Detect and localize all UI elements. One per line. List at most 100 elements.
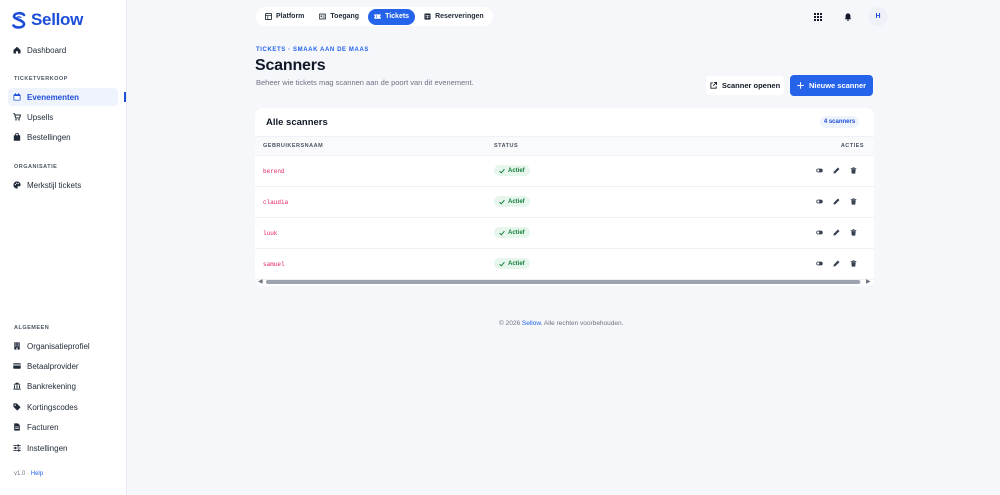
home-icon (13, 46, 21, 54)
toggle-button[interactable] (815, 166, 823, 174)
horizontal-scrollbar[interactable]: ◀ ▶ (258, 278, 871, 285)
top-tabs: Platform Toegang Tickets Reserveringen (256, 7, 493, 26)
avatar[interactable]: H (868, 7, 888, 26)
sidebar-item-upsells[interactable]: Upsells (8, 108, 118, 126)
sidebar-item-label: Bestellingen (27, 132, 71, 142)
copyright-prefix: © 2026 (499, 320, 521, 327)
status-badge: Actief (494, 258, 530, 269)
scroll-thumb[interactable] (266, 280, 860, 284)
status-label: Actief (508, 260, 525, 267)
tab-label: Platform (276, 13, 305, 20)
tab-platform[interactable]: Platform (259, 9, 310, 25)
sidebar-item-instellingen[interactable]: Instellingen (8, 439, 118, 457)
sidebar-item-organisatieprofiel[interactable]: Organisatieprofiel (8, 337, 118, 355)
delete-button[interactable] (849, 228, 857, 236)
page-title: Scanners (255, 57, 326, 74)
check-icon (499, 230, 505, 236)
sidebar-item-kortingscodes[interactable]: Kortingscodes (8, 398, 118, 416)
sliders-icon (13, 444, 21, 452)
id-card-icon (319, 13, 327, 20)
notifications-button[interactable] (838, 7, 858, 26)
sidebar-item-label: Kortingscodes (27, 402, 78, 412)
pencil-icon (833, 167, 839, 173)
scroll-right-icon[interactable]: ▶ (866, 279, 871, 285)
card-title: Alle scanners (266, 117, 328, 128)
page-footer: © 2026 Sellow. Alle rechten voorbehouden… (499, 320, 623, 327)
sellow-logo-icon (12, 11, 26, 29)
tab-tickets[interactable]: Tickets (368, 8, 416, 25)
grid-icon (814, 12, 822, 21)
delete-button[interactable] (849, 259, 857, 267)
building-icon (14, 342, 20, 350)
table-row: berend Actief (255, 156, 874, 187)
row-actions (815, 228, 857, 236)
sidebar-item-label: Bankrekening (27, 381, 76, 391)
open-scanner-label: Scanner openen (721, 81, 781, 90)
edit-button[interactable] (832, 228, 840, 236)
tab-toegang[interactable]: Toegang (313, 9, 365, 25)
edit-button[interactable] (832, 166, 840, 174)
version-label: v1.0 (14, 471, 26, 477)
sidebar-item-facturen[interactable]: Facturen (8, 418, 118, 436)
table-row: claudia Actief (255, 187, 874, 218)
apps-button[interactable] (808, 7, 828, 26)
brand-logo[interactable]: Sellow (11, 10, 83, 30)
toggle-icon (815, 199, 823, 203)
sidebar-item-evenementen[interactable]: Evenementen (8, 88, 118, 106)
active-indicator (124, 92, 126, 102)
document-icon (14, 423, 20, 431)
table-header: GEBRUIKERSNAAM STATUS ACTIES (255, 136, 874, 156)
check-icon (499, 199, 505, 205)
toggle-button[interactable] (815, 259, 823, 267)
sidebar-item-bankrekening[interactable]: Bankrekening (8, 377, 118, 395)
tab-label: Tickets (385, 13, 410, 20)
table-row: luuk Actief (255, 218, 874, 249)
row-actions (815, 166, 857, 174)
edit-button[interactable] (832, 259, 840, 267)
bank-icon (13, 382, 21, 390)
sidebar-item-bestellingen[interactable]: Bestellingen (8, 128, 118, 146)
column-header-username: GEBRUIKERSNAAM (263, 143, 324, 149)
table-icon (424, 13, 431, 20)
delete-button[interactable] (849, 166, 857, 174)
section-label-algemeen: ALGEMEEN (14, 325, 50, 331)
sidebar-item-label: Merkstijl tickets (27, 180, 82, 190)
sidebar-item-label: Betaalprovider (27, 361, 79, 371)
tab-reserveringen[interactable]: Reserveringen (418, 9, 490, 25)
page-subtitle: Beheer wie tickets mag scannen aan de po… (256, 78, 474, 87)
toggle-button[interactable] (815, 197, 823, 205)
tag-icon (13, 403, 21, 411)
pencil-icon (833, 260, 839, 266)
check-icon (499, 261, 505, 267)
edit-button[interactable] (832, 197, 840, 205)
column-header-actions: ACTIES (840, 143, 864, 149)
sidebar-item-merkstijl-tickets[interactable]: Merkstijl tickets (8, 176, 118, 194)
row-actions (815, 259, 857, 267)
sidebar-item-label: Organisatieprofiel (27, 341, 90, 351)
delete-button[interactable] (849, 197, 857, 205)
status-label: Actief (508, 167, 525, 174)
help-link[interactable]: Help (31, 471, 43, 477)
layout-icon (265, 13, 272, 20)
toggle-icon (815, 230, 823, 234)
open-scanner-button[interactable]: Scanner openen (706, 76, 784, 95)
column-header-status: STATUS (494, 143, 519, 149)
status-label: Actief (508, 229, 525, 236)
tab-label: Toegang (330, 13, 360, 20)
new-scanner-button[interactable]: Nieuwe scanner (790, 75, 873, 96)
cart-icon (13, 113, 21, 121)
sidebar-item-dashboard[interactable]: Dashboard (8, 41, 118, 59)
status-badge: Actief (494, 227, 530, 238)
section-label-ticketverkoop: TICKETVERKOOP (14, 76, 68, 82)
palette-icon (13, 181, 21, 189)
footer-brand-link[interactable]: Sellow (522, 320, 541, 327)
sidebar-item-betaalprovider[interactable]: Betaalprovider (8, 357, 118, 375)
plus-icon (797, 82, 804, 89)
tab-label: Reserveringen (435, 13, 484, 20)
scroll-left-icon[interactable]: ◀ (258, 279, 263, 285)
table-row: samuel Actief (255, 249, 874, 280)
username-cell: berend (263, 168, 285, 175)
toggle-button[interactable] (815, 228, 823, 236)
sidebar-footer: v1.0 · Help (14, 471, 43, 477)
status-label: Actief (508, 198, 525, 205)
